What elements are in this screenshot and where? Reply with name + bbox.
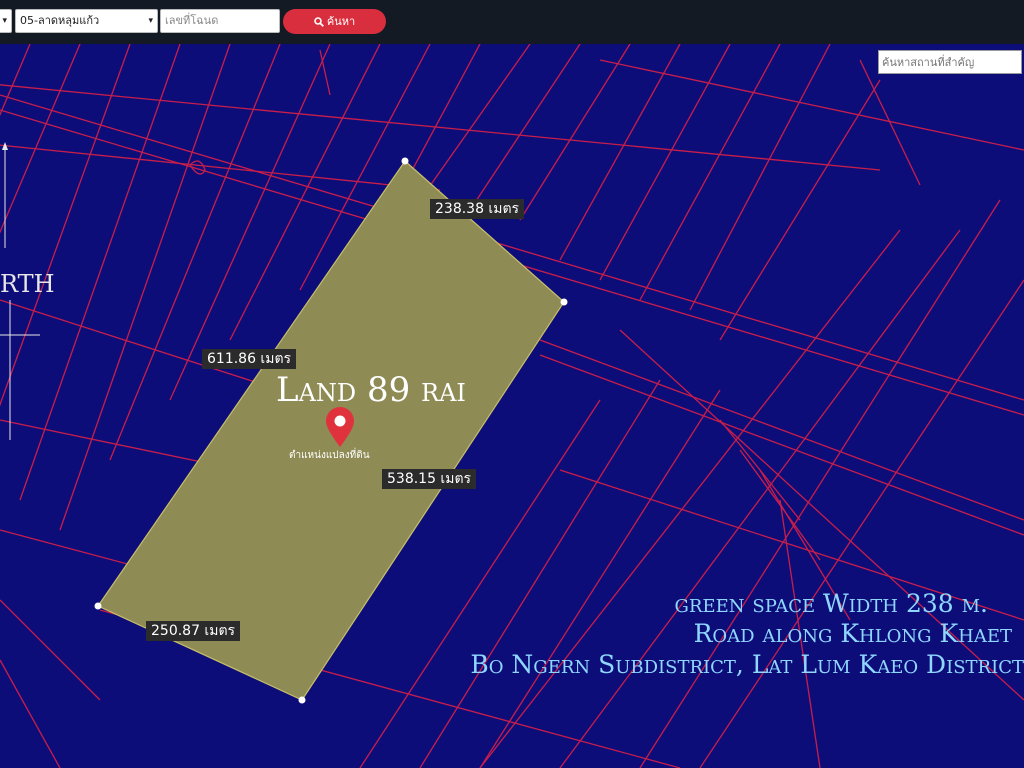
vertex-south [298,696,306,704]
annotation-line-3: Bo Ngern Subdistrict, Lat Lum Kaeo Distr… [470,650,1024,679]
dimension-label-top: 238.38 เมตร [430,199,525,219]
top-toolbar: ▾ 05-ลาดหลุมแก้ว ▾ เลขที่โฉนด ค้นหา [0,0,1024,44]
vertex-east [560,298,568,306]
annotation-line-1: green space Width 238 m. [674,589,989,618]
search-button[interactable]: ค้นหา [283,9,386,34]
north-label: RTH [0,270,55,298]
dimension-label-right: 538.15 เมตร [382,469,477,489]
chevron-down-icon: ▾ [148,16,153,26]
search-icon [314,17,324,27]
vertex-west [94,602,102,610]
dimension-label-left: 611.86 เมตร [202,349,297,369]
dimension-label-bottom: 250.87 เมตร [146,621,241,641]
district-select-value: 05-ลาดหลุมแก้ว [20,14,100,27]
search-button-label: ค้นหา [326,15,356,28]
deed-number-placeholder: เลขที่โฉนด [165,14,219,27]
vertex-north [401,157,409,165]
province-select[interactable]: ▾ [0,9,12,33]
district-select[interactable]: 05-ลาดหลุมแก้ว ▾ [15,9,158,33]
place-search-input[interactable] [878,50,1022,74]
marker-label: ตำแหน่งแปลงที่ดิน [289,450,370,461]
land-title: Land 89 rai [276,370,466,410]
annotation-line-2: Road along Khlong Khaet [693,619,1012,648]
deed-number-input[interactable]: เลขที่โฉนด [160,9,280,33]
chevron-down-icon: ▾ [2,16,7,26]
